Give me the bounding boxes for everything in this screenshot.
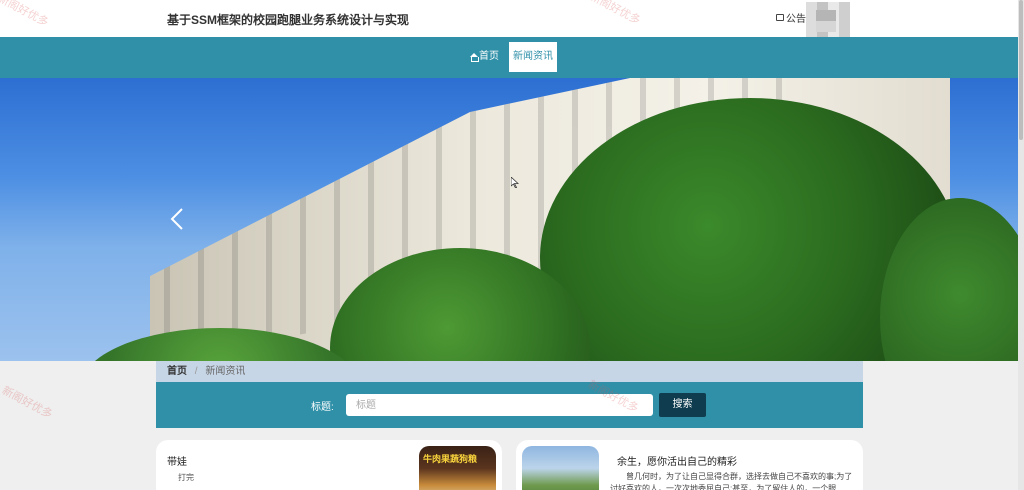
breadcrumb-home[interactable]: 首页 (167, 366, 187, 377)
message-square-icon (776, 14, 784, 21)
news-card[interactable]: 余生，愿你活出自己的精彩 曾几何时，为了让自己显得合群，选择去做自己不喜欢的事;… (516, 440, 863, 490)
hero-carousel (0, 78, 1018, 361)
nav-item-home-label: 首页 (479, 51, 499, 62)
search-title-label: 标题: (311, 402, 334, 413)
carousel-prev-button[interactable] (170, 207, 184, 231)
news-card-image (522, 446, 599, 490)
breadcrumb-current: 新闻资讯 (205, 366, 246, 377)
news-card-title: 带娃 (167, 457, 187, 468)
site-title: 基于SSM框架的校园跑腿业务系统设计与实现 (167, 13, 410, 27)
notice-link[interactable]: 公告 (776, 10, 806, 25)
search-title-input[interactable] (346, 394, 653, 416)
breadcrumb: 首页 / 新闻资讯 (156, 361, 863, 382)
nav-item-news[interactable]: 新闻资讯 (509, 42, 557, 72)
search-button[interactable]: 搜索 (659, 393, 706, 417)
chevron-left-icon (170, 208, 183, 230)
page-scrollbar[interactable] (1018, 0, 1024, 490)
scrollbar-thumb[interactable] (1019, 0, 1023, 140)
news-card-title: 余生，愿你活出自己的精彩 (617, 457, 737, 468)
mouse-cursor-icon (511, 177, 519, 188)
news-card[interactable]: 带娃 打完 牛肉果蔬狗粮 (156, 440, 502, 490)
news-card-excerpt: 曾几何时，为了让自己显得合群，选择去做自己不喜欢的事;为了讨好喜欢的人，一次次地… (610, 472, 853, 490)
main-nav: 首页 新闻资讯 (0, 37, 1018, 78)
watermark: 新阁好优多 (0, 384, 55, 422)
breadcrumb-separator: / (194, 366, 198, 377)
nav-item-home[interactable]: 首页 (470, 42, 499, 72)
news-card-image: 牛肉果蔬狗粮 (419, 446, 496, 490)
news-card-subtitle: 打完 (178, 473, 194, 482)
notice-label: 公告 (786, 14, 806, 25)
home-icon (470, 53, 479, 62)
top-bar: 基于SSM框架的校园跑腿业务系统设计与实现 公告 (0, 0, 1018, 48)
news-card-image-text: 牛肉果蔬狗粮 (423, 454, 478, 464)
search-bar: 标题: 搜索 (156, 382, 863, 428)
